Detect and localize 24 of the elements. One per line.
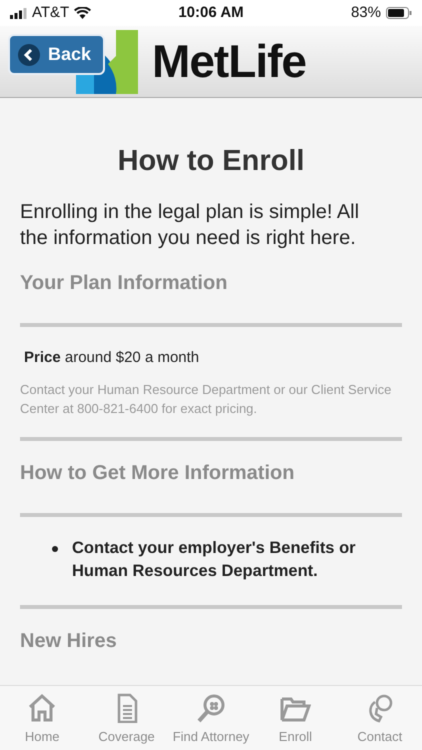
section-heading: New Hires bbox=[20, 629, 118, 654]
bullet-icon bbox=[52, 546, 58, 552]
battery-level: 83% bbox=[350, 2, 381, 23]
tab[interactable]: Contact bbox=[338, 686, 422, 750]
tab[interactable]: Home bbox=[0, 686, 84, 750]
tab[interactable]: Enroll bbox=[253, 686, 338, 750]
intro-text: Enrolling in the legal plan is simple! All the information you need is right here. bbox=[20, 200, 360, 251]
signal-icon bbox=[10, 8, 27, 18]
tab[interactable]: Coverage bbox=[84, 686, 169, 750]
chevron-icon bbox=[18, 44, 40, 66]
pricing-note: Contact your Human Resource Department or our Client Service Center at 800-821-6400 for exact pricing. bbox=[20, 381, 392, 418]
tab[interactable]: Find Attorney bbox=[168, 686, 254, 750]
search-icon bbox=[195, 692, 228, 722]
price-text: Price around $20 a month bbox=[24, 348, 200, 368]
carrier: AT&T bbox=[32, 2, 70, 23]
battery-icon bbox=[386, 7, 412, 19]
logo-text: MetLife bbox=[152, 34, 306, 89]
section-heading: Your Plan Information bbox=[20, 270, 228, 295]
page-title: How to Enroll bbox=[116, 144, 306, 179]
bullet-text: Contact your employer's Benefits or Human Resources Department. bbox=[20, 536, 402, 584]
section-heading: How to Get More Information bbox=[20, 460, 296, 485]
wifi-icon bbox=[74, 7, 92, 19]
clock: 10:06 AM bbox=[178, 2, 244, 23]
back-button[interactable]: Back bbox=[8, 34, 106, 75]
